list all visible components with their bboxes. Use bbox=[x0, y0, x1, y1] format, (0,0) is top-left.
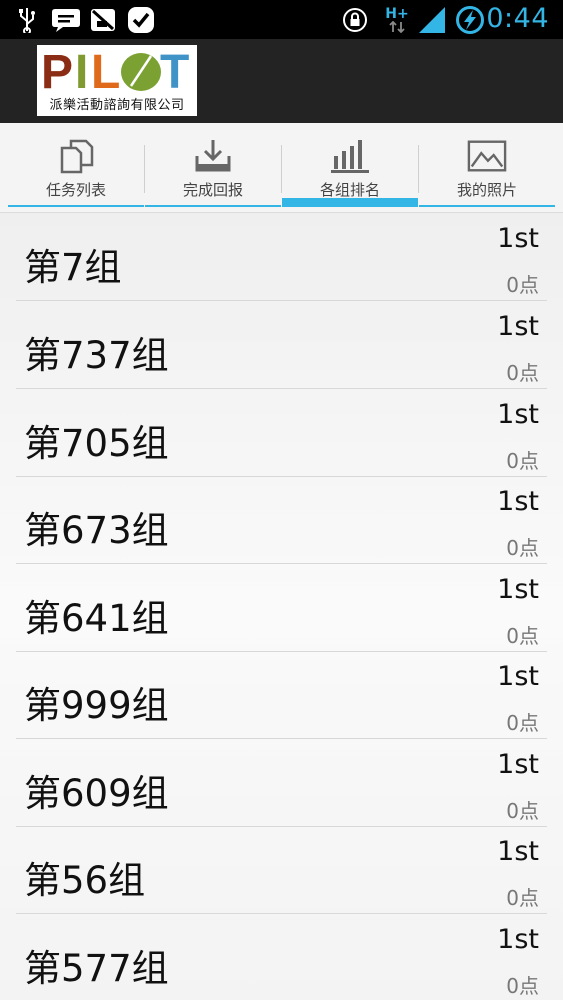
group-rank: 1st bbox=[497, 836, 539, 867]
group-name: 第641组 bbox=[24, 597, 169, 640]
svg-text:L: L bbox=[91, 46, 120, 94]
group-name: 第56组 bbox=[24, 859, 146, 902]
usb-icon bbox=[14, 6, 40, 33]
group-points: 0点 bbox=[506, 799, 539, 823]
group-name: 第999组 bbox=[24, 684, 169, 727]
list-item[interactable]: 第673组 1st 0点 bbox=[16, 476, 547, 564]
tab-label: 完成回报 bbox=[182, 181, 243, 199]
tab-indicator bbox=[8, 205, 144, 207]
tab-report-completion[interactable]: 完成回报 bbox=[145, 123, 281, 213]
group-rank: 1st bbox=[497, 924, 539, 955]
tab-label: 任务列表 bbox=[45, 181, 106, 199]
tab-indicator bbox=[282, 198, 418, 207]
tab-indicator bbox=[419, 205, 555, 207]
svg-text:I: I bbox=[75, 46, 88, 94]
group-rank: 1st bbox=[497, 486, 539, 517]
group-points: 0点 bbox=[506, 361, 539, 385]
group-points: 0点 bbox=[506, 273, 539, 297]
logo-subtitle: 派樂活動諮詢有限公司 bbox=[49, 98, 185, 113]
group-points: 0点 bbox=[506, 536, 539, 560]
svg-text:P: P bbox=[41, 46, 73, 94]
group-name: 第609组 bbox=[24, 772, 169, 815]
group-name: 第705组 bbox=[24, 422, 169, 465]
network-icon: H+ bbox=[380, 6, 414, 33]
download-icon bbox=[193, 137, 233, 175]
list-item[interactable]: 第609组 1st 0点 bbox=[16, 739, 547, 827]
group-rank: 1st bbox=[497, 661, 539, 692]
list-item[interactable]: 第737组 1st 0点 bbox=[16, 301, 547, 389]
clock: 0:44 bbox=[486, 3, 549, 34]
documents-icon bbox=[56, 137, 96, 175]
tab-label: 我的照片 bbox=[456, 181, 517, 199]
group-points: 0点 bbox=[506, 886, 539, 910]
ranking-list[interactable]: 第7组 1st 0点 第737组 1st 0点 第705组 1st 0点 第67… bbox=[0, 213, 563, 1000]
action-bar: P I L T 派樂活動諮詢有限公司 bbox=[0, 39, 563, 123]
logo-wordmark: P I L T bbox=[37, 46, 197, 94]
status-bar: H+ 0:44 bbox=[0, 0, 563, 39]
no-sim-icon bbox=[88, 6, 118, 33]
bar-chart-icon bbox=[330, 137, 370, 175]
list-item[interactable]: 第999组 1st 0点 bbox=[16, 651, 547, 739]
group-rank: 1st bbox=[497, 311, 539, 342]
battery-charging-icon bbox=[453, 5, 487, 34]
message-icon bbox=[50, 6, 82, 33]
app-logo[interactable]: P I L T 派樂活動諮詢有限公司 bbox=[37, 45, 197, 116]
tab-my-photos[interactable]: 我的照片 bbox=[419, 123, 555, 213]
tab-group-ranking[interactable]: 各组排名 bbox=[282, 123, 418, 213]
check-icon bbox=[126, 6, 156, 33]
group-points: 0点 bbox=[506, 711, 539, 735]
list-item[interactable]: 第641组 1st 0点 bbox=[16, 564, 547, 652]
tab-bar: 任务列表 完成回报 各组排名 我的照片 bbox=[0, 123, 563, 213]
list-item[interactable]: 第577组 1st 0点 bbox=[16, 914, 547, 1000]
group-rank: 1st bbox=[497, 223, 539, 254]
list-item[interactable]: 第56组 1st 0点 bbox=[16, 826, 547, 914]
network-label: H+ bbox=[385, 5, 409, 22]
group-name: 第737组 bbox=[24, 334, 169, 377]
tab-label: 各组排名 bbox=[319, 181, 380, 199]
list-item[interactable]: 第7组 1st 0点 bbox=[16, 213, 547, 301]
list-item[interactable]: 第705组 1st 0点 bbox=[16, 389, 547, 477]
group-rank: 1st bbox=[497, 574, 539, 605]
tab-task-list[interactable]: 任务列表 bbox=[8, 123, 144, 213]
group-points: 0点 bbox=[506, 974, 539, 998]
group-points: 0点 bbox=[506, 449, 539, 473]
picture-icon bbox=[467, 137, 507, 175]
group-rank: 1st bbox=[497, 749, 539, 780]
signal-icon bbox=[416, 6, 448, 33]
group-name: 第673组 bbox=[24, 509, 169, 552]
lock-icon bbox=[340, 6, 370, 33]
tab-indicator bbox=[145, 205, 281, 207]
group-name: 第577组 bbox=[24, 947, 169, 990]
group-points: 0点 bbox=[506, 624, 539, 648]
group-rank: 1st bbox=[497, 399, 539, 430]
group-name: 第7组 bbox=[24, 246, 122, 289]
svg-text:T: T bbox=[160, 46, 189, 94]
